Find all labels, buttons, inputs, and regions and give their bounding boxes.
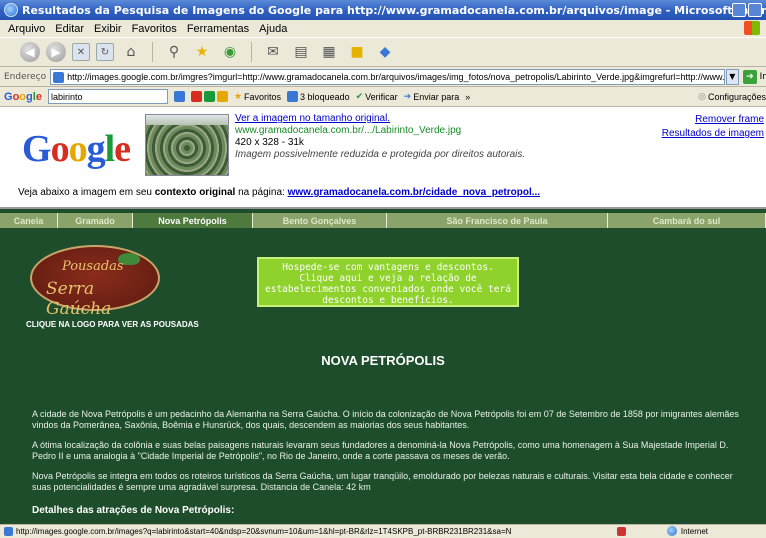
menu-ajuda[interactable]: Ajuda — [259, 23, 287, 35]
google-options-icon[interactable] — [190, 91, 228, 102]
window-titlebar: Resultados da Pesquisa de Imagens do Goo… — [0, 0, 766, 20]
nav-gramado[interactable]: Gramado — [58, 213, 133, 228]
frame-links: Remover frame Resultados de imagem — [662, 113, 764, 141]
labirinto-thumbnail-image[interactable] — [145, 114, 229, 176]
address-bar: Endereço http://images.google.com.br/img… — [0, 67, 766, 87]
logo-caption: CLIQUE NA LOGO PARA VER AS POUSADAS — [26, 320, 199, 329]
spellcheck-button[interactable]: ✔ Verificar — [356, 91, 398, 102]
folder-icon[interactable]: ■ — [346, 41, 368, 63]
print-icon[interactable]: ▤ — [290, 41, 312, 63]
discount-promo-banner[interactable]: Hospede-se com vantagens e descontos. Cl… — [257, 257, 519, 307]
image-source-url: www.gramadocanela.com.br/.../Labirinto_V… — [235, 125, 462, 136]
site-nav: Canela Gramado Nova Petrópolis Bento Gon… — [0, 213, 766, 228]
menu-exibir[interactable]: Exibir — [94, 23, 122, 35]
toolbar-separator — [251, 42, 252, 62]
nav-bento-goncalves[interactable]: Bento Gonçalves — [253, 213, 387, 228]
ie-icon — [4, 3, 18, 17]
original-page-link[interactable]: www.gramadocanela.com.br/cidade_nova_pet… — [288, 187, 540, 198]
menu-bar: Arquivo Editar Exibir Favoritos Ferramen… — [0, 20, 766, 37]
go-button[interactable]: Ir — [760, 72, 766, 82]
google-search-input[interactable]: labirinto — [47, 89, 168, 104]
nav-sao-francisco-de-paula[interactable]: São Francisco de Paula — [387, 213, 608, 228]
menu-arquivo[interactable]: Arquivo — [8, 23, 45, 35]
history-icon[interactable]: ◉ — [219, 41, 241, 63]
image-info: Ver a imagem no tamanho original. www.gr… — [235, 113, 525, 161]
address-dropdown-button[interactable]: ▼ — [725, 68, 740, 85]
menu-editar[interactable]: Editar — [55, 23, 84, 35]
messenger-icon[interactable]: ◆ — [374, 41, 396, 63]
page-content: Google Ver a imagem no tamanho original.… — [0, 107, 766, 524]
gramadocanela-site: Canela Gramado Nova Petrópolis Bento Gon… — [0, 209, 766, 524]
details-heading: Detalhes das atrações de Nova Petrópolis… — [32, 505, 235, 516]
search-icon[interactable]: ⚲ — [163, 41, 185, 63]
window-title: Resultados da Pesquisa de Imagens do Goo… — [22, 3, 766, 17]
address-url: http://images.google.com.br/imgres?imgur… — [67, 71, 725, 82]
status-text: http://images.google.com.br/images?q=lab… — [16, 527, 512, 536]
back-icon[interactable]: ◀ — [20, 42, 40, 62]
popup-blocker-button[interactable]: 3 bloqueado — [287, 91, 350, 102]
address-label: Endereço — [4, 71, 47, 82]
windows-logo-icon — [744, 21, 760, 35]
image-results-link[interactable]: Resultados de imagem — [662, 127, 764, 141]
image-dimensions: 420 x 328 - 31k — [235, 137, 304, 148]
nav-canela[interactable]: Canela — [0, 213, 58, 228]
forward-icon[interactable]: ▶ — [46, 42, 66, 62]
stop-icon[interactable]: ✕ — [72, 43, 90, 61]
favorites-star-icon[interactable]: ★ — [191, 41, 213, 63]
nav-nova-petropolis[interactable]: Nova Petrópolis — [133, 213, 253, 228]
maximize-button[interactable] — [748, 3, 762, 17]
home-icon[interactable]: ⌂ — [120, 41, 142, 63]
favoritos-button[interactable]: ★ Favoritos — [234, 91, 281, 102]
page-heading: NOVA PETRÓPOLIS — [321, 353, 445, 368]
copyright-note: Imagem possivelmente reduzida e protegid… — [235, 149, 526, 160]
mail-icon[interactable]: ✉ — [262, 41, 284, 63]
more-button[interactable]: » — [465, 92, 470, 102]
pousadas-logo[interactable]: Pousadas Serra Gaúcha — [30, 245, 160, 319]
menu-favoritos[interactable]: Favoritos — [132, 23, 177, 35]
paragraph: A ótima localização da colônia e suas be… — [32, 440, 729, 461]
google-logo[interactable]: Google — [22, 127, 131, 171]
edit-icon[interactable]: ▦ — [318, 41, 340, 63]
context-line: Veja abaixo a imagem em seu contexto ori… — [18, 187, 541, 198]
google-toolbar-logo[interactable]: Google — [4, 91, 42, 103]
browser-toolbar: ◀ ▶ ✕ ↻ ⌂ ⚲ ★ ◉ ✉ ▤ ▦ ■ ◆ — [0, 37, 766, 67]
status-bar: http://images.google.com.br/images?q=lab… — [0, 524, 766, 538]
page-icon — [4, 527, 13, 536]
address-input[interactable]: http://images.google.com.br/imgres?imgur… — [50, 68, 725, 85]
menu-ferramentas[interactable]: Ferramentas — [187, 23, 249, 35]
window-controls — [732, 3, 762, 17]
paragraph: A cidade de Nova Petrópolis é um pedacin… — [32, 409, 739, 430]
send-to-button[interactable]: ➔ Enviar para — [404, 91, 460, 102]
configuracoes-button[interactable]: ◎ Configurações — [698, 91, 766, 102]
remove-frame-link[interactable]: Remover frame — [662, 113, 764, 127]
google-toolbar: Google labirinto ★ Favoritos 3 bloqueado … — [0, 87, 766, 107]
google-result-frame: Google Ver a imagem no tamanho original.… — [0, 107, 766, 207]
view-full-size-link[interactable]: Ver a imagem no tamanho original. — [235, 113, 525, 125]
go-arrow-icon[interactable]: ➔ — [743, 69, 757, 84]
refresh-icon[interactable]: ↻ — [96, 43, 114, 61]
toolbar-separator — [152, 42, 153, 62]
paragraph: Nova Petrópolis se integra em todos os r… — [32, 471, 733, 492]
globe-icon — [666, 526, 677, 536]
security-zone: Internet — [666, 526, 708, 536]
google-search-button[interactable] — [173, 91, 185, 102]
minimize-button[interactable] — [732, 3, 746, 17]
popup-icon — [617, 527, 626, 536]
page-icon — [53, 71, 65, 83]
nav-cambara-do-sul[interactable]: Cambará do sul — [608, 213, 766, 228]
